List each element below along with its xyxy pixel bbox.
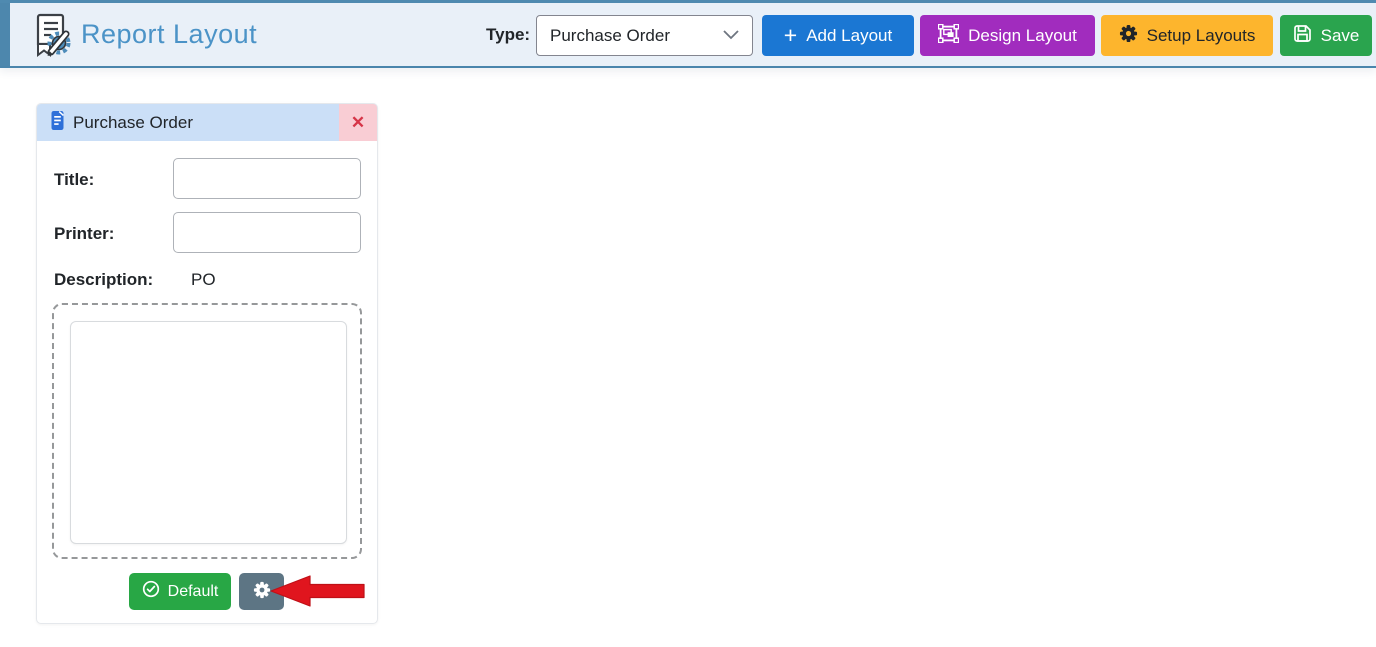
top-bar: Report Layout Type: Purchase Order + Add… [0, 0, 1376, 68]
file-icon [50, 111, 65, 135]
header-accent-bar [0, 3, 10, 66]
red-arrow-annotation-icon [270, 575, 365, 607]
description-label: Description: [54, 270, 153, 290]
type-label: Type: [486, 25, 530, 45]
save-label: Save [1321, 26, 1360, 46]
setup-layouts-button[interactable]: Setup Layouts [1101, 15, 1273, 56]
title-input[interactable] [173, 158, 361, 199]
add-layout-label: Add Layout [806, 26, 892, 46]
save-icon [1293, 24, 1312, 48]
printer-label: Printer: [54, 224, 114, 244]
check-circle-icon [142, 580, 160, 603]
setup-layouts-label: Setup Layouts [1147, 26, 1256, 46]
layout-preview[interactable] [70, 321, 347, 544]
add-layout-button[interactable]: + Add Layout [762, 15, 914, 56]
page-title: Report Layout [81, 19, 257, 50]
card-header: Purchase Order [37, 104, 377, 141]
printer-input[interactable] [173, 212, 361, 253]
design-layout-label: Design Layout [968, 26, 1077, 46]
design-layout-button[interactable]: Design Layout [920, 15, 1095, 56]
layout-preview-dropzone [52, 303, 362, 559]
object-group-icon [938, 24, 959, 48]
description-value: PO [191, 270, 216, 290]
title-label: Title: [54, 170, 94, 190]
save-button[interactable]: Save [1280, 15, 1372, 56]
close-icon: ✕ [351, 113, 365, 133]
layout-card: Purchase Order ✕ Title: Printer: Descrip… [36, 103, 378, 624]
default-button[interactable]: Default [129, 573, 231, 610]
type-select-value: Purchase Order [550, 26, 670, 46]
gear-icon [253, 581, 271, 602]
type-select[interactable]: Purchase Order [536, 15, 753, 56]
close-button[interactable]: ✕ [339, 104, 377, 141]
chevron-down-icon [723, 27, 739, 45]
report-layout-icon [31, 12, 73, 63]
plus-icon: + [784, 25, 797, 45]
default-label: Default [168, 583, 219, 601]
gear-icon [1119, 24, 1138, 48]
card-title: Purchase Order [73, 113, 193, 133]
